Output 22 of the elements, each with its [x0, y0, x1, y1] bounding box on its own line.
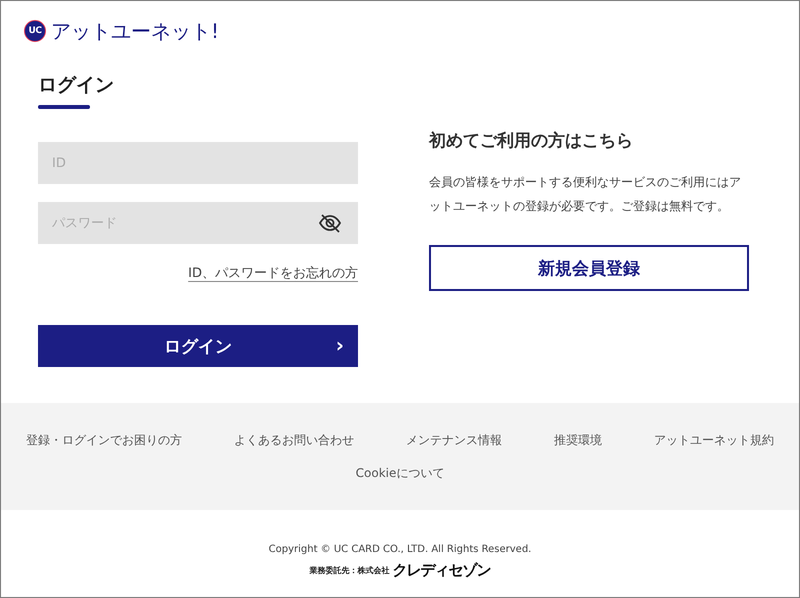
title-underline — [38, 105, 90, 109]
register-description: 会員の皆様をサポートする便利なサービスのご利用にはアットユーネットの登録が必要です。ご登録は無料です。 — [429, 174, 742, 215]
forgot-password-link[interactable]: ID、パスワードをお忘れの方 — [188, 264, 358, 282]
logo-text: アットユーネット! — [51, 18, 220, 44]
footer-link[interactable]: アットユーネット規約 — [654, 432, 774, 448]
copyright-text: Copyright © UC CARD CO., LTD. All Rights Reserved. — [268, 544, 532, 555]
password-field[interactable]: パスワード — [38, 202, 358, 244]
id-field[interactable]: ID — [38, 142, 358, 184]
company-logo: クレディセゾン — [392, 561, 490, 580]
register-heading: 初めてご利用の方はこちら — [429, 130, 634, 152]
footer-link[interactable]: Cookieについて — [356, 464, 444, 482]
arrow-icon: › — [336, 333, 344, 357]
login-title: ログイン — [38, 73, 114, 98]
register-button[interactable]: 新規会員登録 — [429, 245, 749, 291]
login-button[interactable]: ログイン › — [38, 325, 358, 367]
footer-link[interactable]: 登録・ログインでお困りの方 — [26, 432, 182, 448]
footer-link[interactable]: 推奨環境 — [554, 432, 602, 448]
logo-mark: UC — [24, 20, 46, 42]
entrusted-label: 業務委託先：株式会社 — [310, 565, 390, 576]
eye-slash-icon[interactable] — [318, 213, 342, 233]
footer-link[interactable]: よくあるお問い合わせ — [234, 432, 354, 448]
footer-link[interactable]: メンテナンス情報 — [406, 432, 502, 448]
